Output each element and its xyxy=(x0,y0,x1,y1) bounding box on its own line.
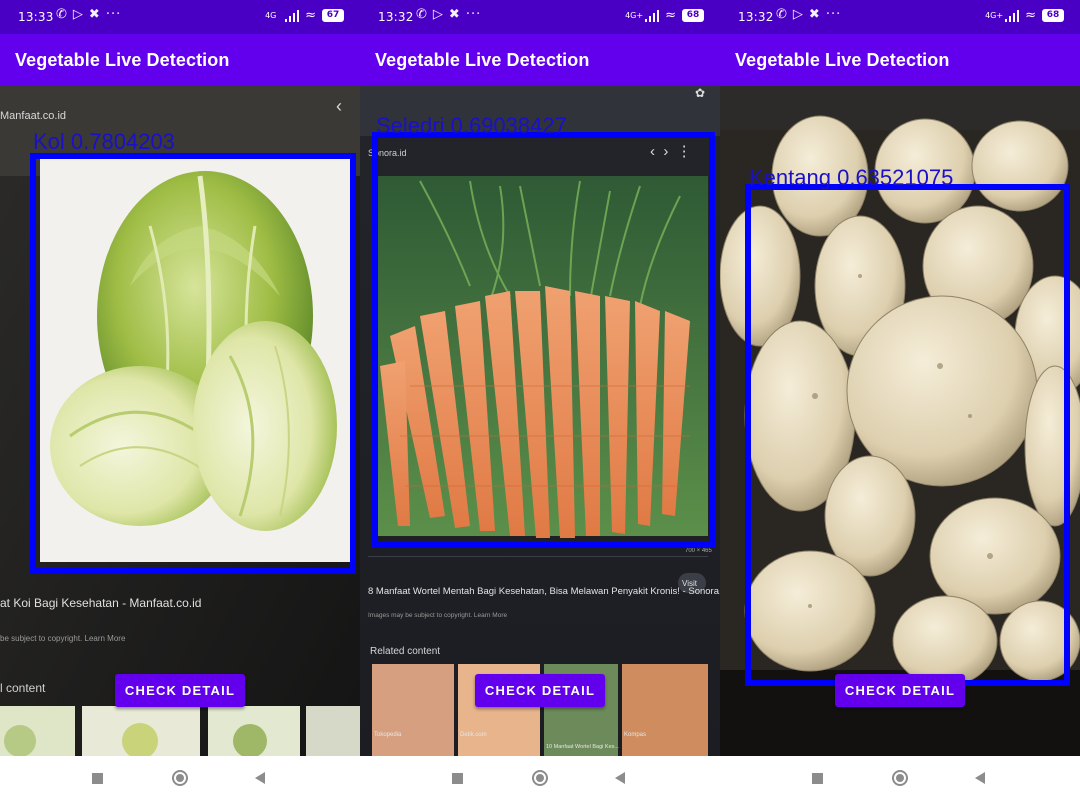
more-dots-icon: ··· xyxy=(825,7,842,22)
background-image-size: 700 × 465 xyxy=(685,548,712,554)
check-detail-button[interactable]: CHECK DETAIL xyxy=(835,674,965,707)
tool-icon: ✖ xyxy=(88,7,100,22)
background-thumb-caption-2: 10 Manfaat Wortel Bagi Kes... xyxy=(546,744,619,750)
detection-class: Kol xyxy=(33,129,65,154)
whatsapp-icon: ✆ xyxy=(56,7,67,22)
phone-screen-2: 13:32 ✆ ▷ ✖ ··· 4G+ ≈ 68 Vegetable Live … xyxy=(360,0,720,800)
battery-icon: 68 xyxy=(682,9,704,22)
tool-icon: ✖ xyxy=(448,7,460,22)
detection-label: Kol 0.7804203 xyxy=(33,129,175,155)
app-title: Vegetable Live Detection xyxy=(735,50,950,70)
camera-preview: Sonora.id ‹ › ⋮ ✿ 700 × 465 Visit 8 Manf… xyxy=(360,86,720,756)
system-status-icons: 4G+ ≈ 68 xyxy=(985,8,1064,23)
battery-icon: 67 xyxy=(322,9,344,22)
back-triangle-icon[interactable] xyxy=(615,772,625,784)
status-bar: 13:32 ✆ ▷ ✖ ··· 4G+ ≈ 68 xyxy=(360,0,720,34)
more-dots-icon: ··· xyxy=(105,7,122,22)
signal-icon xyxy=(1005,9,1020,22)
signal-icon xyxy=(285,9,300,22)
detection-box xyxy=(30,153,356,574)
wifi-icon: ≈ xyxy=(1025,8,1036,23)
network-type: 4G+ xyxy=(985,10,1004,20)
detection-class: Seledri xyxy=(376,113,445,138)
navigation-bar xyxy=(720,756,1080,800)
app-title: Vegetable Live Detection xyxy=(15,50,230,70)
background-related: l content xyxy=(0,681,46,695)
recents-square-icon[interactable] xyxy=(812,773,823,784)
app-bar: Vegetable Live Detection xyxy=(720,34,1080,86)
more-dots-icon: ··· xyxy=(465,7,482,22)
recents-square-icon[interactable] xyxy=(92,773,103,784)
notification-icons: ✆ ▷ ✖ ··· xyxy=(56,7,121,22)
home-circle-icon[interactable] xyxy=(172,770,188,786)
detection-label: Seledri 0.69038427 xyxy=(376,113,567,139)
play-icon: ▷ xyxy=(432,7,443,22)
status-bar: 13:33 ✆ ▷ ✖ ··· 4G ≈ 67 xyxy=(0,0,360,34)
navigation-bar xyxy=(360,756,720,800)
background-copyright: be subject to copyright. Learn More xyxy=(0,634,126,643)
phone-screen-1: 13:33 ✆ ▷ ✖ ··· 4G ≈ 67 Vegetable Live D… xyxy=(0,0,360,800)
app-bar: Vegetable Live Detection xyxy=(0,34,360,86)
back-triangle-icon[interactable] xyxy=(975,772,985,784)
back-triangle-icon[interactable] xyxy=(255,772,265,784)
play-icon: ▷ xyxy=(72,7,83,22)
system-status-icons: 4G+ ≈ 68 xyxy=(625,8,704,23)
background-thumb-source-3: Kompas xyxy=(624,732,647,738)
network-type: 4G xyxy=(265,10,277,20)
app-title: Vegetable Live Detection xyxy=(375,50,590,70)
background-copyright: Images may be subject to copyright. Lear… xyxy=(368,612,508,619)
detection-box xyxy=(745,184,1070,686)
detection-label: Kentang 0.63521075 xyxy=(749,165,953,191)
navigation-bar xyxy=(0,756,360,800)
background-lens-icon: ✿ xyxy=(695,86,706,100)
status-time: 13:33 xyxy=(18,10,54,24)
detection-confidence: 0.7804203 xyxy=(70,129,175,154)
wifi-icon: ≈ xyxy=(305,8,316,23)
camera-preview: Manfaat.co.id ‹ at Koi Bagi Kesehatan - … xyxy=(0,86,360,756)
detection-box xyxy=(372,132,715,548)
home-circle-icon[interactable] xyxy=(892,770,908,786)
system-status-icons: 4G ≈ 67 xyxy=(265,8,344,23)
background-related: Related content xyxy=(370,646,441,657)
play-icon: ▷ xyxy=(792,7,803,22)
check-detail-button[interactable]: CHECK DETAIL xyxy=(115,674,245,707)
status-time: 13:32 xyxy=(738,10,774,24)
background-caption: 8 Manfaat Wortel Mentah Bagi Kesehatan, … xyxy=(368,586,720,597)
notification-icons: ✆ ▷ ✖ ··· xyxy=(776,7,841,22)
background-site-name: Manfaat.co.id xyxy=(0,110,67,122)
status-time: 13:32 xyxy=(378,10,414,24)
tool-icon: ✖ xyxy=(808,7,820,22)
detection-confidence: 0.63521075 xyxy=(837,165,954,190)
signal-icon xyxy=(645,9,660,22)
background-thumb-source-1: Tokopedia xyxy=(374,732,402,738)
background-caption: at Koi Bagi Kesehatan - Manfaat.co.id xyxy=(0,596,202,610)
battery-icon: 68 xyxy=(1042,9,1064,22)
network-type: 4G+ xyxy=(625,10,644,20)
check-detail-button[interactable]: CHECK DETAIL xyxy=(475,674,605,707)
detection-confidence: 0.69038427 xyxy=(450,113,567,138)
background-thumb-source-2: Detik.com xyxy=(460,732,487,738)
phone-screen-3: 13:32 ✆ ▷ ✖ ··· 4G+ ≈ 68 Vegetable Live … xyxy=(720,0,1080,800)
notification-icons: ✆ ▷ ✖ ··· xyxy=(416,7,481,22)
wifi-icon: ≈ xyxy=(665,8,676,23)
home-circle-icon[interactable] xyxy=(532,770,548,786)
camera-preview: Kentang 0.63521075 xyxy=(720,86,1080,756)
status-bar: 13:32 ✆ ▷ ✖ ··· 4G+ ≈ 68 xyxy=(720,0,1080,34)
whatsapp-icon: ✆ xyxy=(776,7,787,22)
app-bar: Vegetable Live Detection xyxy=(360,34,720,86)
detection-class: Kentang xyxy=(749,165,831,190)
recents-square-icon[interactable] xyxy=(452,773,463,784)
background-chevron-icon: ‹ xyxy=(336,96,342,116)
whatsapp-icon: ✆ xyxy=(416,7,427,22)
